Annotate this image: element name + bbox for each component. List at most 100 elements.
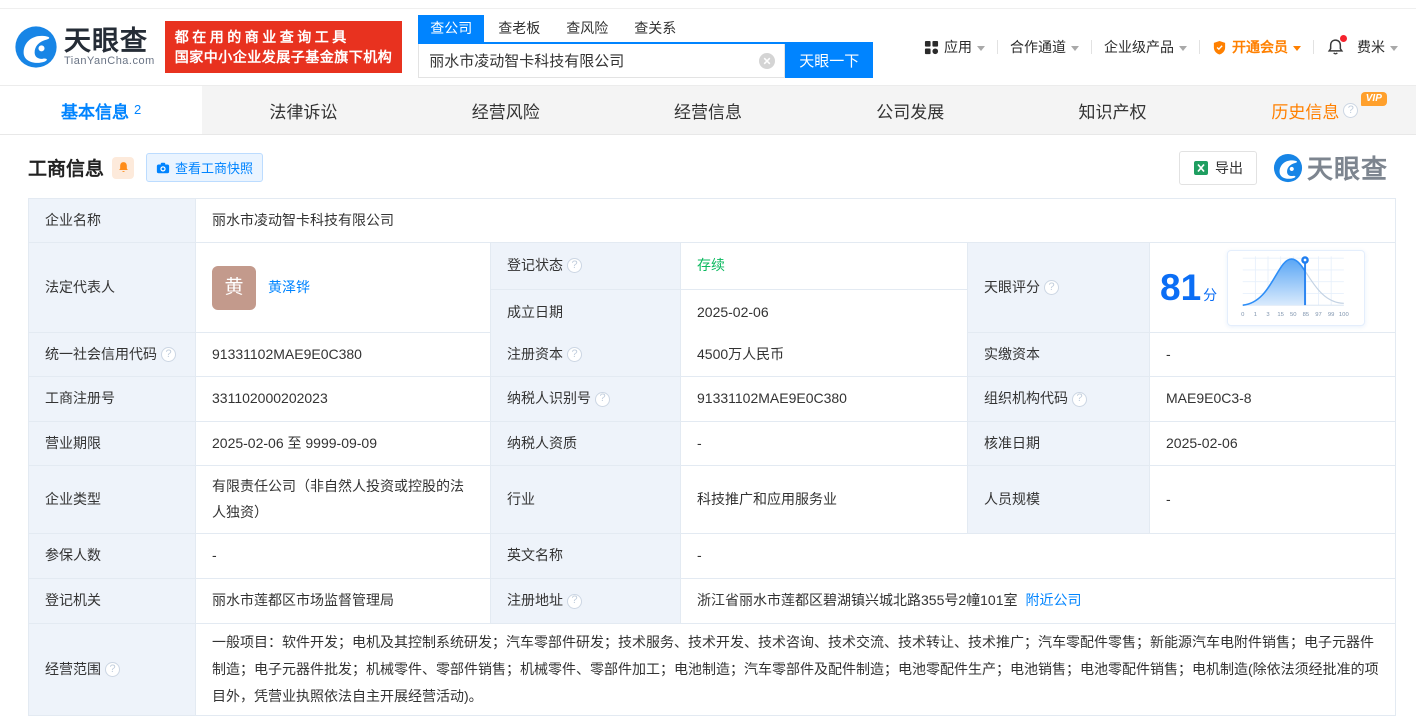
business-info-table: 企业名称 丽水市凌动智卡科技有限公司 法定代表人 黄 黄泽铧 登记状态 存续 成… xyxy=(28,198,1396,716)
search-tab-company[interactable]: 查公司 xyxy=(418,15,485,42)
help-icon[interactable] xyxy=(567,593,582,609)
vip-shield-icon xyxy=(1213,40,1226,55)
value-industry: 科技推广和应用服务业 xyxy=(681,466,968,533)
value-approval-date: 2025-02-06 xyxy=(1150,422,1395,465)
value-taxpayer-quality: - xyxy=(681,422,968,465)
view-business-snapshot-button[interactable]: 查看工商快照 xyxy=(146,153,264,182)
status-badge: 存续 xyxy=(697,257,725,273)
help-icon[interactable] xyxy=(105,662,120,677)
menu-open-vip[interactable]: 开通会员 xyxy=(1212,37,1301,57)
label-company-type: 企业类型 xyxy=(29,466,196,533)
search-area: 查公司 查老板 查风险 查关系 天眼一下 xyxy=(418,15,874,78)
value-registration-authority: 丽水市莲都区市场监督管理局 xyxy=(196,579,491,623)
help-icon[interactable] xyxy=(567,258,582,274)
site-header: 天眼查 TianYanCha.com 都在用的商业查询工具 国家中小企业发展子基… xyxy=(0,9,1416,85)
tab-operation-risk[interactable]: 经营风险 xyxy=(405,86,607,134)
search-input[interactable] xyxy=(419,44,785,77)
table-row: 营业期限 2025-02-06 至 9999-09-09 纳税人资质 - 核准日… xyxy=(29,422,1395,466)
label-taxpayer-id: 纳税人识别号 xyxy=(491,377,681,421)
tab-legal-litigation-label: 法律诉讼 xyxy=(269,102,338,122)
help-icon[interactable] xyxy=(161,347,176,362)
menu-apps[interactable]: 应用 xyxy=(924,37,985,57)
label-industry: 行业 xyxy=(491,466,681,533)
tab-operation-info[interactable]: 经营信息 xyxy=(607,86,809,134)
tianyancha-logo[interactable]: 天眼查 TianYanCha.com xyxy=(14,25,155,69)
help-icon[interactable] xyxy=(1044,280,1059,295)
value-registration-number: 331102000202023 xyxy=(196,377,491,421)
logo-domain-text: TianYanCha.com xyxy=(64,55,155,67)
header-menu: 应用 合作通道 企业级产品 开通会员 费米 xyxy=(924,34,1406,57)
apps-grid-icon xyxy=(924,40,939,54)
svg-text:0: 0 xyxy=(1241,311,1245,317)
help-icon[interactable] xyxy=(1072,391,1087,407)
avatar[interactable]: 黄 xyxy=(212,265,256,310)
help-icon[interactable] xyxy=(1343,102,1359,118)
value-registered-capital: 4500万人民币 xyxy=(681,333,968,376)
search-tab-relation[interactable]: 查关系 xyxy=(622,15,688,42)
value-registration-status: 存续 xyxy=(681,243,967,289)
label-legal-representative: 法定代表人 xyxy=(29,243,196,332)
export-button-label: 导出 xyxy=(1214,159,1243,176)
monitor-bell-button[interactable] xyxy=(112,156,135,179)
registered-capital-text: 注册资本 xyxy=(507,345,563,362)
camera-icon xyxy=(156,162,170,173)
menu-divider xyxy=(997,40,998,54)
label-registration-number: 工商注册号 xyxy=(29,377,196,421)
score-number: 81 xyxy=(1160,267,1202,308)
tab-company-development-label: 公司发展 xyxy=(876,102,945,122)
registration-status-text: 登记状态 xyxy=(507,257,563,273)
value-insured-count: - xyxy=(196,534,491,578)
business-scope-text: 经营范围 xyxy=(45,660,101,677)
value-legal-representative: 黄 黄泽铧 xyxy=(196,243,491,332)
value-credit-code: 91331102MAE9E0C380 xyxy=(196,333,491,376)
label-taxpayer-quality: 纳税人资质 xyxy=(491,422,681,465)
watermark-brand-text: 天眼查 xyxy=(1306,154,1388,184)
menu-user-account[interactable]: 费米 xyxy=(1357,37,1398,57)
tab-history-info[interactable]: VIP 历史信息 xyxy=(1214,86,1416,134)
page-top-divider xyxy=(0,0,1416,9)
label-registration-authority: 登记机关 xyxy=(29,579,196,623)
label-registered-address: 注册地址 xyxy=(491,579,681,623)
chevron-down-icon xyxy=(1071,45,1079,51)
table-row: 法定代表人 黄 黄泽铧 登记状态 存续 成立日期 2025-02-06 天眼评分 xyxy=(29,243,1395,336)
tab-company-development[interactable]: 公司发展 xyxy=(809,86,1011,134)
snapshot-button-label: 查看工商快照 xyxy=(175,161,254,176)
search-tab-risk[interactable]: 查风险 xyxy=(554,15,620,42)
company-nav-tabs: 基本信息 2 法律诉讼 经营风险 经营信息 公司发展 知识产权 VIP 历史信息 xyxy=(0,85,1416,135)
taxpayer-id-text: 纳税人识别号 xyxy=(507,390,591,407)
help-icon[interactable] xyxy=(595,391,610,407)
menu-partner-channel[interactable]: 合作通道 xyxy=(1010,37,1079,57)
tianyancha-swirl-icon xyxy=(1273,153,1303,182)
address-text: 浙江省丽水市莲都区碧湖镇兴城北路355号2幢101室 xyxy=(697,592,1018,609)
table-row: 工商注册号 331102000202023 纳税人识别号 91331102MAE… xyxy=(29,377,1395,422)
value-registered-address: 浙江省丽水市莲都区碧湖镇兴城北路355号2幢101室 附近公司 xyxy=(681,579,1395,623)
search-tab-boss[interactable]: 查老板 xyxy=(486,15,552,42)
score-unit: 分 xyxy=(1203,287,1218,303)
export-button[interactable]: 导出 xyxy=(1178,150,1257,185)
clear-search-icon[interactable] xyxy=(759,53,776,69)
tab-intellectual-property[interactable]: 知识产权 xyxy=(1011,86,1213,134)
help-icon[interactable] xyxy=(567,347,582,362)
svg-text:85: 85 xyxy=(1303,311,1310,317)
search-submit-button[interactable]: 天眼一下 xyxy=(785,42,874,78)
score-distribution-chart[interactable]: 0 1 3 15 50 85 97 99 100 xyxy=(1227,249,1366,326)
menu-enterprise-products[interactable]: 企业级产品 xyxy=(1104,37,1187,57)
label-company-name: 企业名称 xyxy=(29,199,196,242)
tab-basic-info[interactable]: 基本信息 2 xyxy=(0,86,203,134)
chevron-down-icon xyxy=(1293,45,1301,51)
value-taxpayer-id: 91331102MAE9E0C380 xyxy=(681,377,968,421)
notifications-bell[interactable] xyxy=(1326,34,1347,57)
nearby-companies-link[interactable]: 附近公司 xyxy=(1026,590,1082,612)
legal-representative-link[interactable]: 黄泽铧 xyxy=(268,277,310,299)
label-insured-count: 参保人数 xyxy=(29,534,196,578)
svg-text:1: 1 xyxy=(1254,311,1257,317)
chevron-down-icon xyxy=(977,45,985,51)
menu-divider xyxy=(1313,40,1314,54)
value-establish-date: 2025-02-06 xyxy=(681,289,967,336)
tab-legal-litigation[interactable]: 法律诉讼 xyxy=(202,86,404,134)
credit-code-text: 统一社会信用代码 xyxy=(45,345,157,362)
tab-basic-info-label: 基本信息 xyxy=(61,102,130,122)
label-credit-code: 统一社会信用代码 xyxy=(29,333,196,376)
label-registration-status: 登记状态 xyxy=(491,243,681,289)
chevron-down-icon xyxy=(1179,45,1187,51)
